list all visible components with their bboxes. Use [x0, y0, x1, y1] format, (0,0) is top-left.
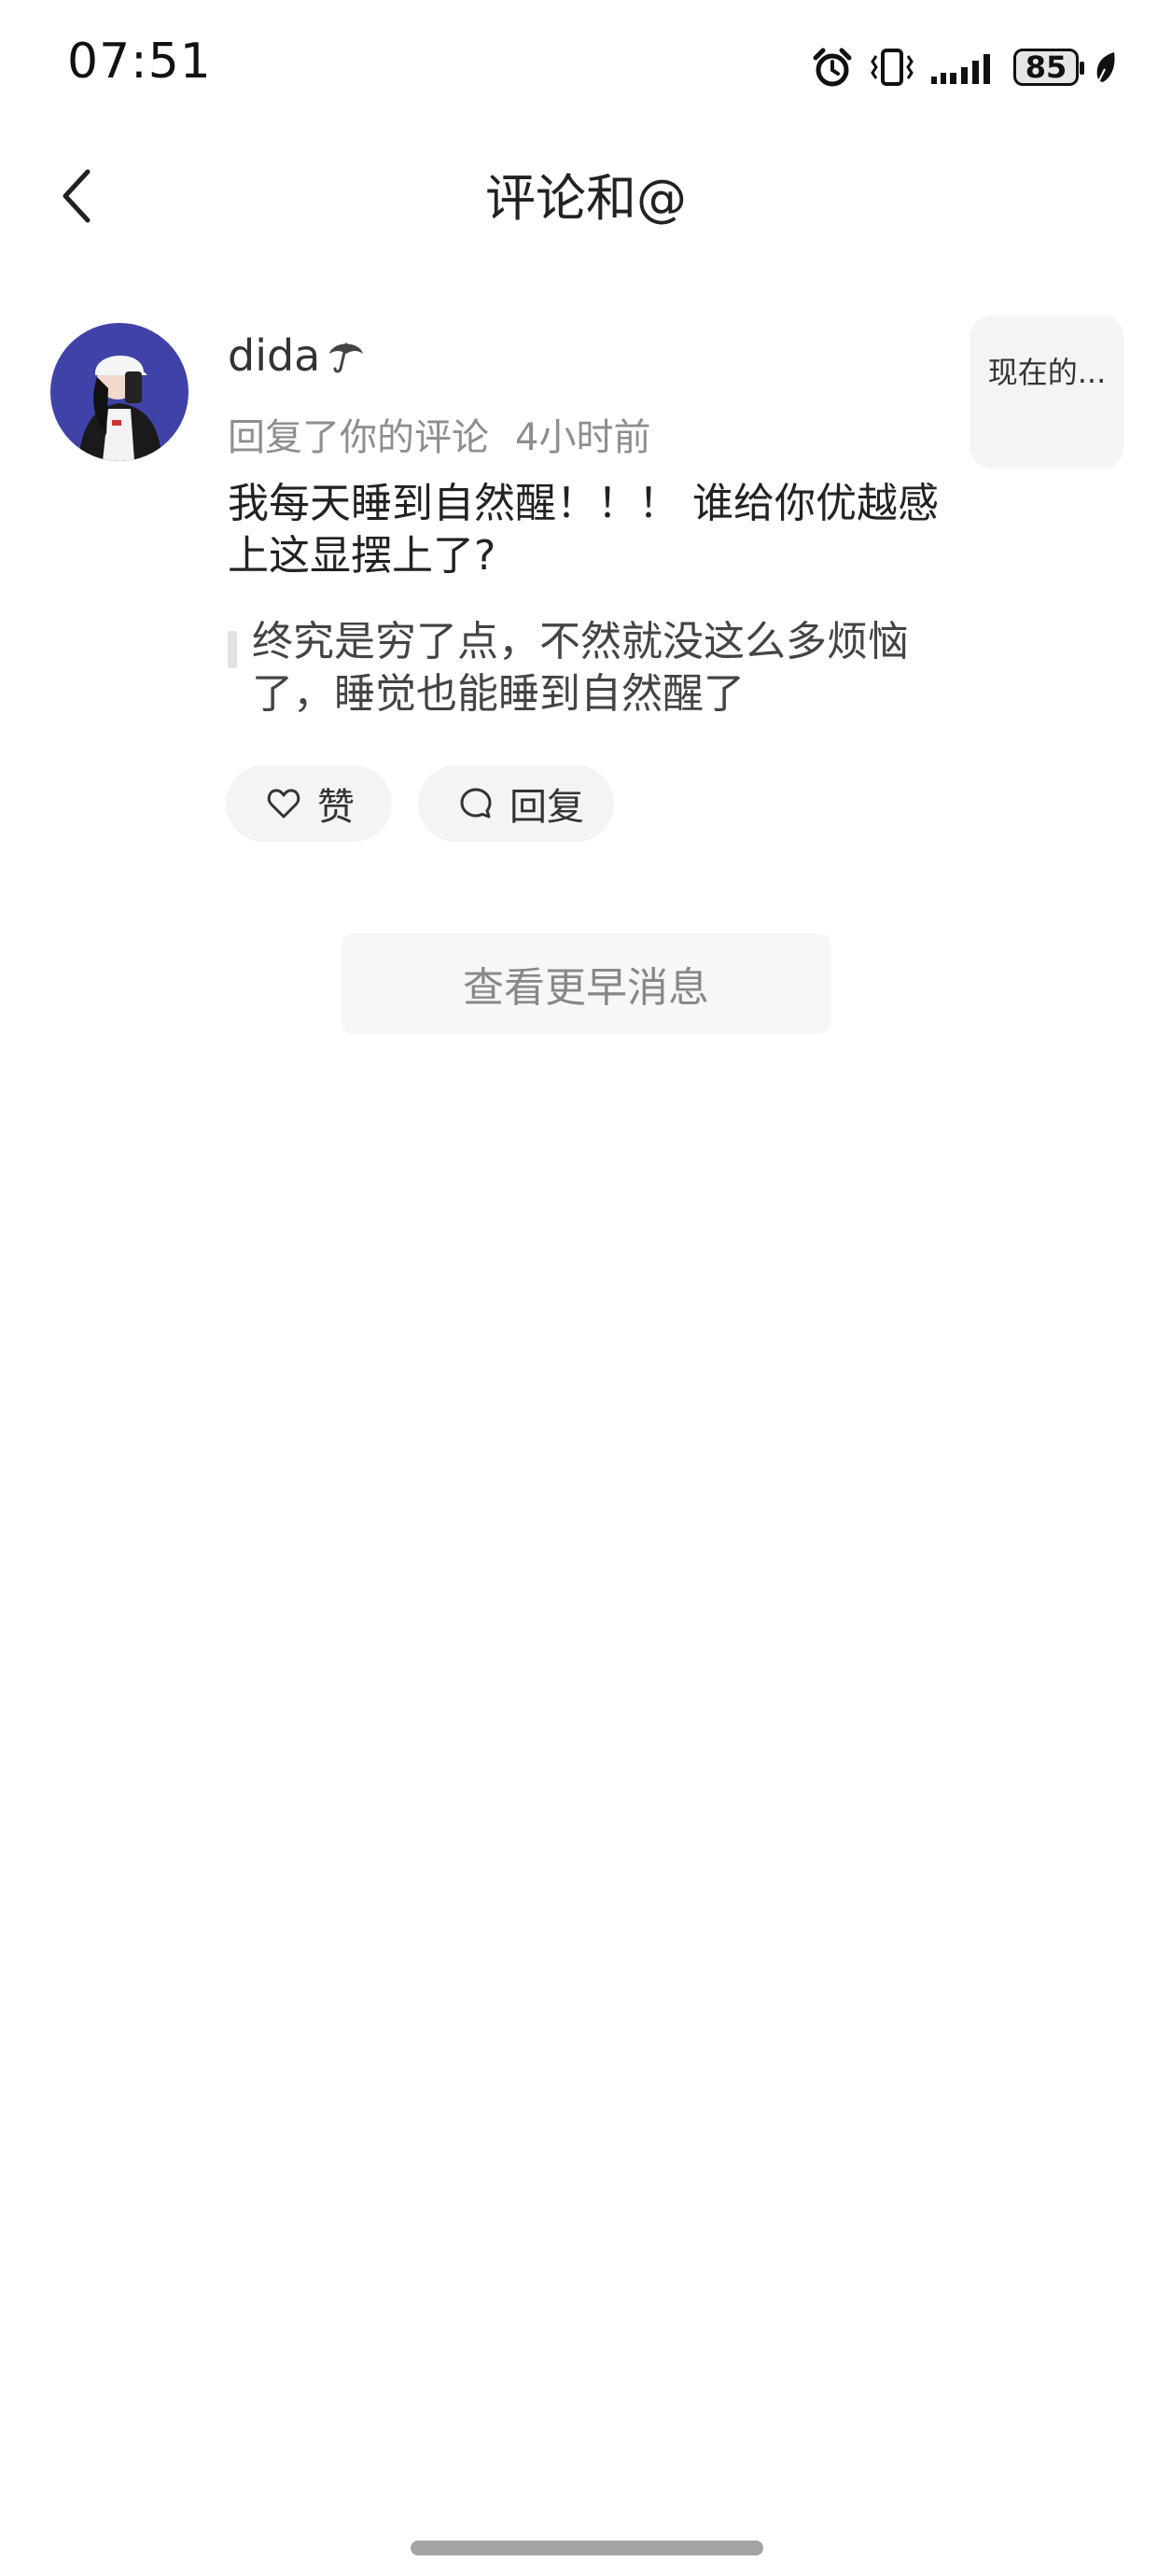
quote-bar: [228, 631, 237, 668]
timestamp: 4小时前: [515, 416, 651, 459]
status-time: 07:51: [67, 34, 212, 90]
quoted-comment: 终究是穷了点，不然就没这么多烦恼了，睡觉也能睡到自然醒了: [252, 618, 909, 718]
page-title: 评论和@: [485, 169, 687, 228]
status-icons: 85: [810, 39, 1120, 95]
post-preview-text: 现在的...: [987, 355, 1107, 390]
comment-icon: [460, 788, 492, 819]
view-older-messages-button[interactable]: 查看更早消息: [342, 933, 830, 1034]
action-text: 回复了你的评论: [228, 416, 489, 459]
umbrella-icon: [329, 343, 364, 373]
username[interactable]: dida: [228, 330, 367, 381]
reply-text: 我每天睡到自然醒！！！ 谁给你优越感上这显摆上了?: [228, 480, 939, 580]
heart-icon: [267, 789, 300, 819]
view-older-label: 查看更早消息: [463, 964, 709, 1012]
alarm-icon: [813, 48, 852, 87]
vibrate-icon: [871, 49, 914, 86]
notification-meta: 回复了你的评论 4小时前: [228, 407, 650, 461]
like-button[interactable]: 赞: [226, 765, 392, 842]
leaf-icon: [1096, 52, 1115, 85]
status-bar: 07:51 85: [0, 0, 1172, 131]
signal-icon: [931, 54, 990, 84]
avatar[interactable]: [50, 323, 188, 461]
reply-label: 回复: [509, 786, 584, 829]
battery-level: 85: [1025, 49, 1067, 85]
reply-button[interactable]: 回复: [418, 765, 614, 842]
post-preview[interactable]: 现在的...: [970, 315, 1123, 469]
user-avatar-image: [50, 323, 188, 461]
username-text: dida: [228, 330, 321, 381]
home-indicator[interactable]: [411, 2541, 763, 2555]
like-label: 赞: [317, 786, 355, 829]
battery-indicator: 85: [1013, 49, 1084, 86]
